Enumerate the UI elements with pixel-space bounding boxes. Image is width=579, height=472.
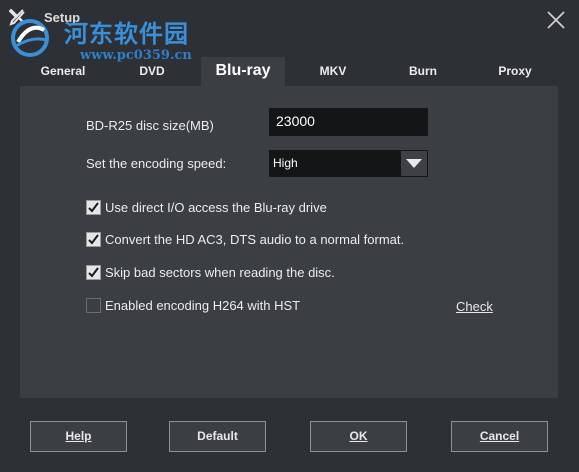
help-button[interactable]: Help — [30, 421, 127, 452]
ok-button-label: OK — [349, 429, 368, 443]
checkbox-checked[interactable] — [86, 232, 101, 247]
help-button-label: Help — [65, 429, 92, 443]
close-icon[interactable] — [545, 9, 567, 31]
tab-proxy[interactable]: Proxy — [472, 57, 558, 87]
tab-dvd[interactable]: DVD — [106, 57, 198, 87]
tab-burn[interactable]: Burn — [380, 57, 466, 87]
checkmark-icon — [88, 234, 99, 245]
checkmark-icon — [88, 267, 99, 278]
tools-icon — [8, 8, 26, 26]
encoding-speed-label: Set the encoding speed: — [86, 156, 227, 171]
option-label: Skip bad sectors when reading the disc. — [105, 265, 335, 280]
cancel-button[interactable]: Cancel — [451, 421, 548, 452]
tab-mkv[interactable]: MKV — [290, 57, 376, 87]
ok-button[interactable]: OK — [310, 421, 407, 452]
title-bar: Setup — [0, 0, 579, 58]
chevron-down-icon — [406, 159, 422, 168]
encoding-speed-select[interactable]: High — [269, 150, 428, 177]
check-link[interactable]: Check — [456, 299, 493, 314]
checkbox-unchecked[interactable] — [86, 298, 101, 313]
encoding-speed-value: High — [273, 156, 298, 170]
tab-bluray[interactable]: Blu-ray — [201, 57, 285, 88]
checkmark-icon — [88, 202, 99, 213]
window-title: Setup — [44, 10, 81, 25]
disc-size-input[interactable]: 23000 — [269, 108, 428, 136]
dropdown-button[interactable] — [401, 151, 427, 176]
option-label: Use direct I/O access the Blu-ray drive — [105, 200, 327, 215]
checkbox-checked[interactable] — [86, 265, 101, 280]
tab-bar: General DVD Blu-ray MKV Burn Proxy — [20, 57, 558, 88]
cancel-button-label: Cancel — [479, 429, 520, 443]
tab-general[interactable]: General — [20, 57, 106, 87]
option-label: Convert the HD AC3, DTS audio to a norma… — [105, 232, 405, 247]
disc-size-label: BD-R25 disc size(MB) — [86, 118, 214, 133]
default-button[interactable]: Default — [169, 421, 266, 452]
checkbox-checked[interactable] — [86, 200, 101, 215]
option-label: Enabled encoding H264 with HST — [105, 298, 301, 313]
